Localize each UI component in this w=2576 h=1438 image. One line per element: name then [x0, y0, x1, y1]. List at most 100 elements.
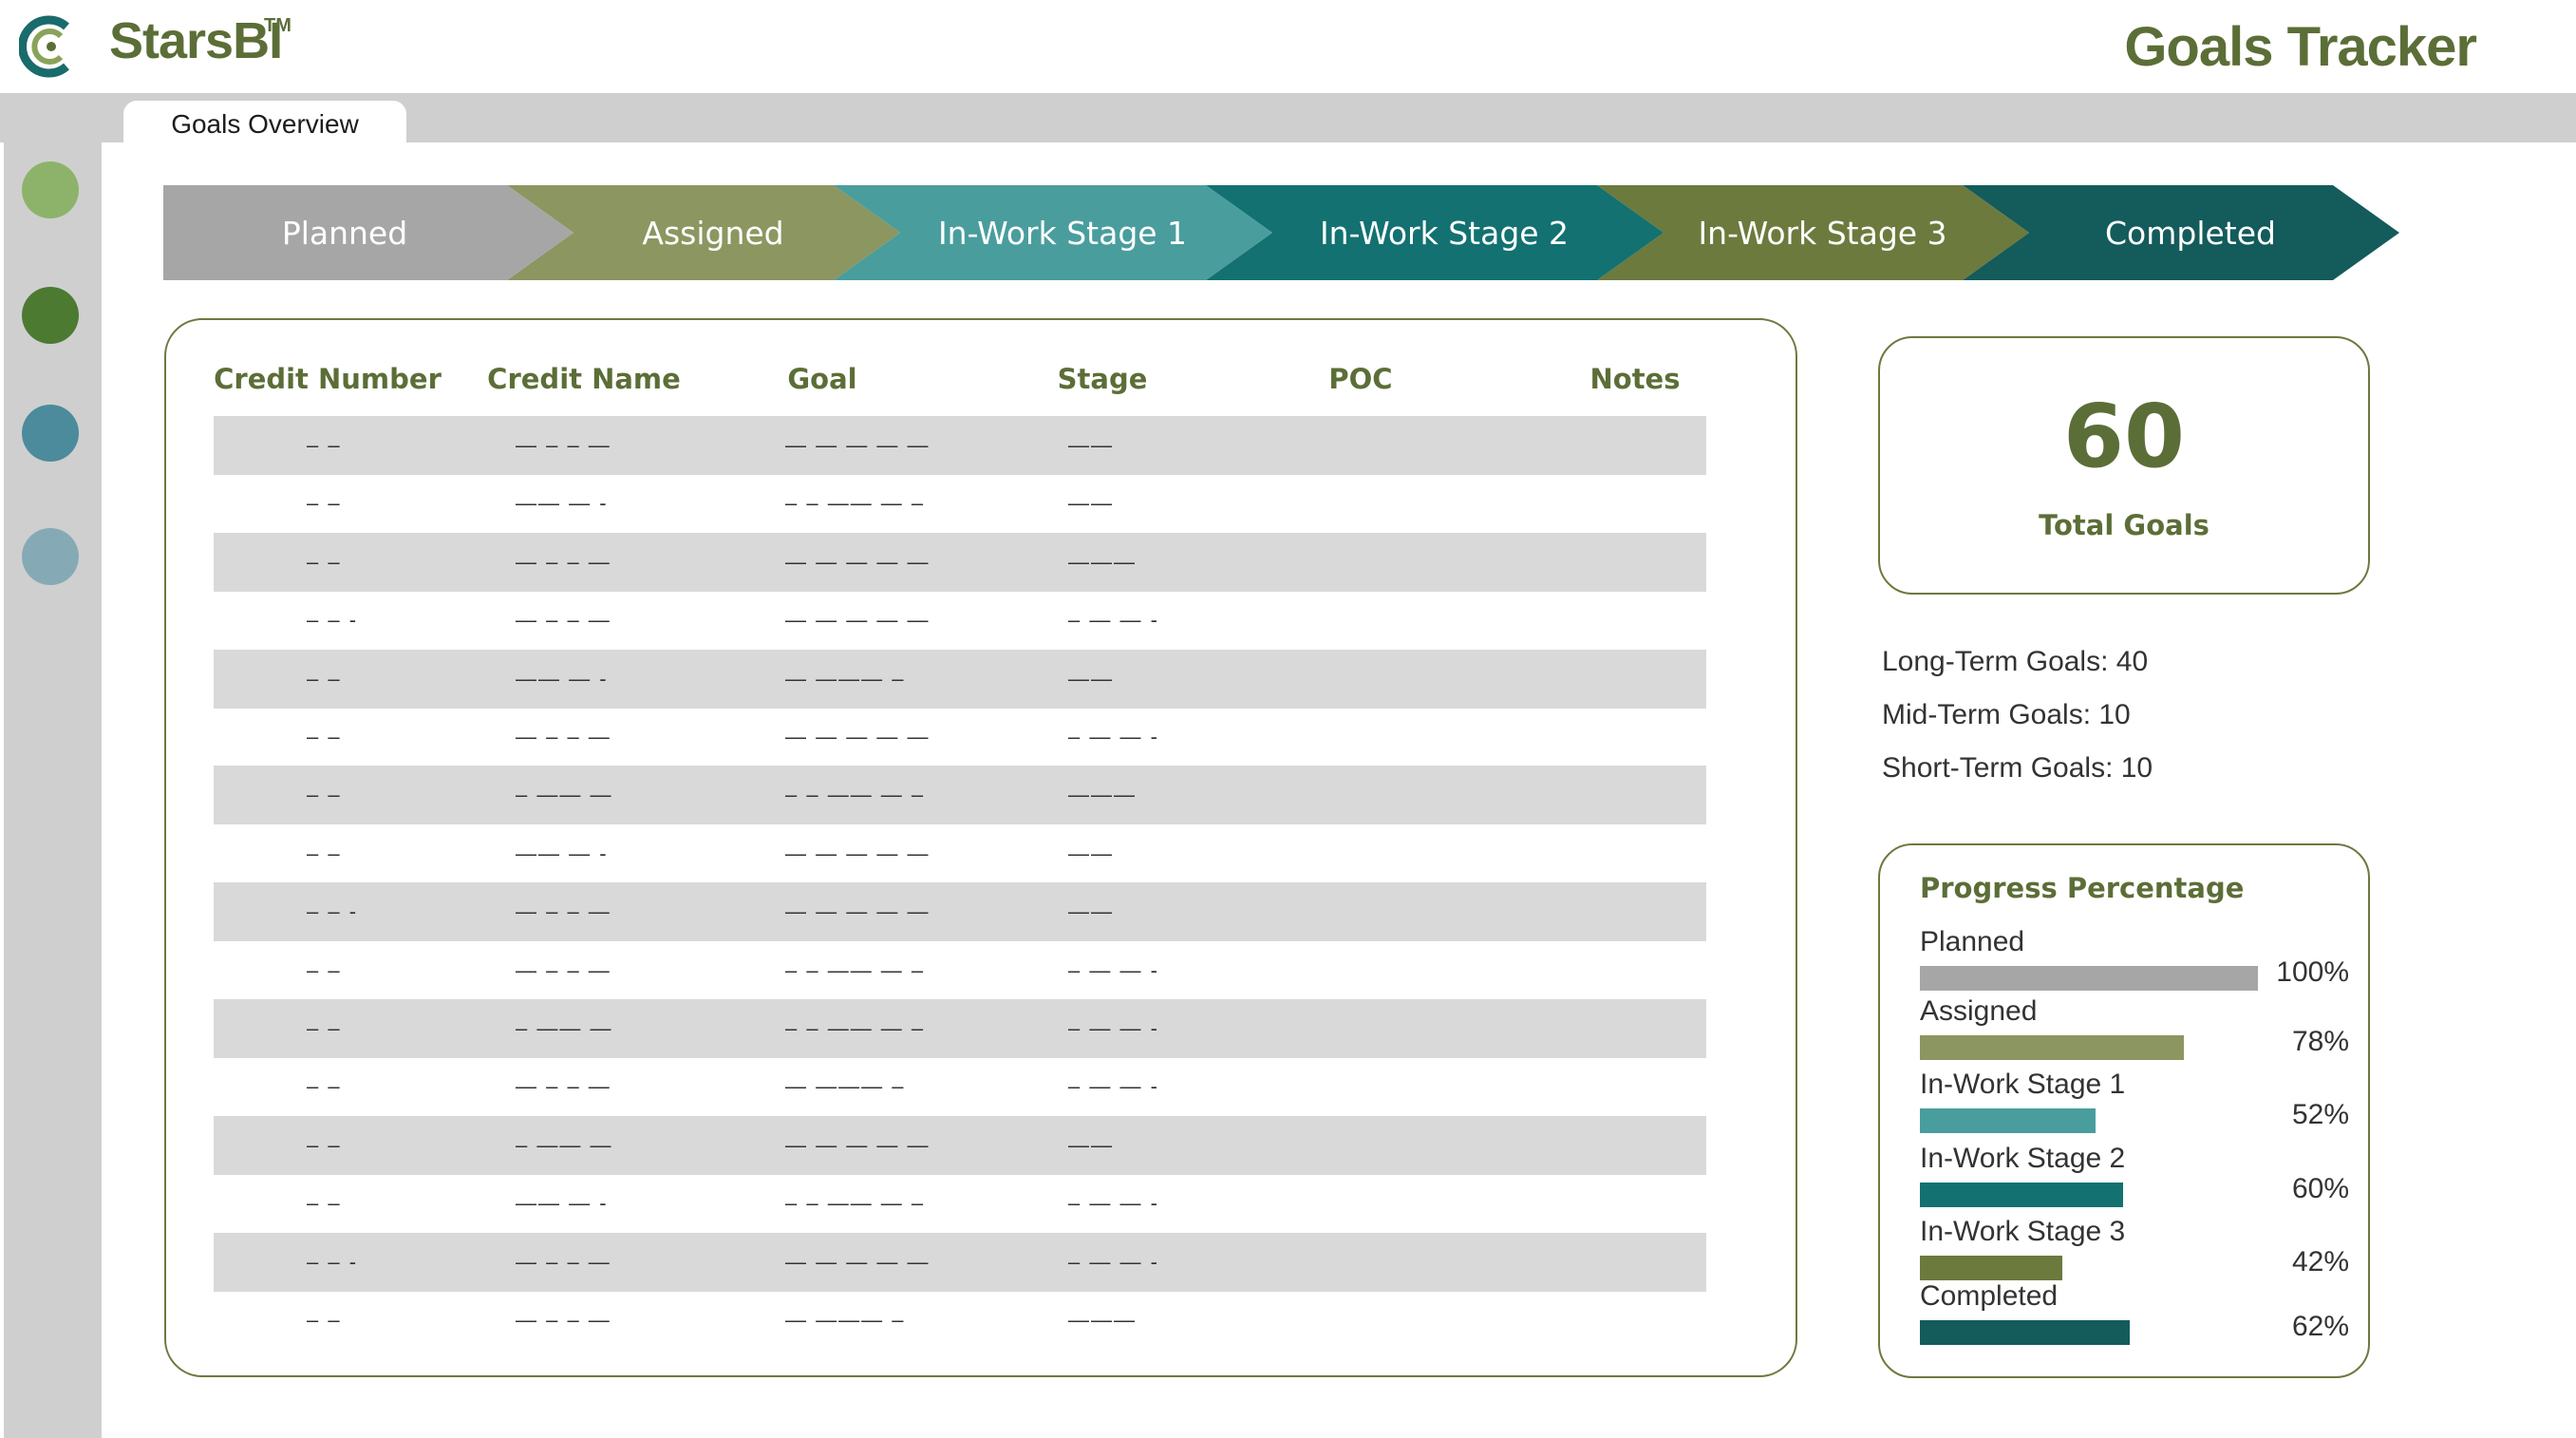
- table-cell: — — — — —: [785, 1249, 931, 1274]
- table-cell: — — — — —: [785, 608, 931, 633]
- progress-percent: 78%: [2291, 1026, 2349, 1057]
- long-term-goals: Long-Term Goals: 40: [1882, 646, 2149, 677]
- table-cell: ——: [1068, 841, 1114, 865]
- table-cell: – — — -: [1068, 725, 1159, 748]
- total-goals-card: 60 Total Goals: [1878, 336, 2370, 595]
- table-cell: — ——— –: [785, 1308, 906, 1332]
- table-cell: – –: [307, 1074, 342, 1099]
- table-cell: – –: [307, 666, 342, 691]
- table-cell: — – – —: [516, 725, 611, 748]
- progress-percent: 52%: [2291, 1099, 2349, 1130]
- table-cell: — — — — —: [785, 841, 931, 865]
- table-cell: – —— —: [516, 783, 613, 807]
- progress-percent: 60%: [2291, 1173, 2349, 1204]
- stage-in-work-3[interactable]: In-Work Stage 3: [1664, 185, 1982, 280]
- table-cell: ——: [1068, 666, 1114, 691]
- table-row[interactable]: – – — – – — — — — — — ———: [214, 532, 1706, 592]
- progress-item-label: In-Work Stage 1: [1920, 1069, 2126, 1100]
- table-cell: – –: [307, 433, 342, 457]
- table-cell: – – -: [307, 1249, 359, 1274]
- stage-completed[interactable]: Completed: [2029, 185, 2352, 280]
- progress-percent: 100%: [2276, 956, 2349, 988]
- table-cell: – –: [307, 549, 342, 574]
- table-cell: ——: [1068, 433, 1114, 457]
- table-cell: —— — -: [516, 1191, 609, 1216]
- table-row[interactable]: – – — – – — – – —— — – – — — -: [214, 941, 1706, 1000]
- table-row[interactable]: – – —— — - — — — — — ——: [214, 824, 1706, 883]
- table-cell: — — — — —: [785, 549, 931, 574]
- table-cell: – –: [307, 783, 342, 807]
- column-header[interactable]: Stage: [1058, 363, 1148, 395]
- stage-in-work-1[interactable]: In-Work Stage 1: [900, 185, 1225, 280]
- column-header[interactable]: Goal: [787, 363, 856, 395]
- table-row[interactable]: – – — – – — — ——— – – — — -: [214, 1057, 1706, 1116]
- table-cell: — – – —: [516, 1249, 611, 1274]
- table-cell: ———: [1068, 783, 1137, 807]
- tab-goals-overview[interactable]: Goals Overview: [123, 101, 406, 148]
- nav-dot-2[interactable]: [22, 287, 79, 344]
- table-cell: – — — -: [1068, 1074, 1159, 1099]
- table-cell: —— — -: [516, 491, 609, 516]
- table-row[interactable]: – – —— — - – – —— — – ——: [214, 474, 1706, 533]
- table-row[interactable]: – – —— — - – – —— — – – — — -: [214, 1174, 1706, 1233]
- mid-term-goals: Mid-Term Goals: 10: [1882, 699, 2131, 730]
- table-cell: — – – —: [516, 957, 611, 982]
- table-cell: – – —— — –: [785, 1016, 926, 1040]
- goals-tracker-app: StarsBI TM Goals Tracker Goals Overview …: [0, 0, 2576, 1438]
- stage-pipeline: Planned Assigned In-Work Stage 1 In-Work…: [163, 185, 2399, 280]
- table-row[interactable]: – – — – – — — — — — — ——: [214, 416, 1706, 475]
- table-row[interactable]: – – - — – – — — — — — — – — — -: [214, 1232, 1706, 1292]
- column-header[interactable]: Notes: [1590, 363, 1681, 395]
- column-header[interactable]: POC: [1328, 363, 1392, 395]
- nav-dot-1[interactable]: [22, 161, 79, 218]
- table-cell: – – —— — –: [785, 957, 926, 982]
- column-header[interactable]: Credit Number: [214, 363, 442, 395]
- table-cell: ——: [1068, 491, 1114, 516]
- table-cell: – — — -: [1068, 1016, 1159, 1040]
- progress-percent: 42%: [2291, 1246, 2349, 1277]
- nav-dot-4[interactable]: [22, 528, 79, 585]
- table-cell: – – -: [307, 899, 359, 924]
- progress-item-label: Completed: [1920, 1280, 2059, 1312]
- starsbi-logo-icon: [19, 15, 69, 78]
- stage-planned[interactable]: Planned: [163, 185, 526, 280]
- stage-assigned[interactable]: Assigned: [573, 185, 853, 280]
- goals-table: Credit Number Credit Name Goal Stage POC…: [164, 318, 1797, 1377]
- table-row[interactable]: – – — – – — — — — — — – — — -: [214, 708, 1706, 766]
- table-row[interactable]: – – – —— — – – —— — – ———: [214, 766, 1706, 825]
- table-row[interactable]: – – – —— — – – —— — – – — — -: [214, 999, 1706, 1058]
- nav-dot-3[interactable]: [22, 405, 79, 462]
- table-cell: ——: [1068, 899, 1114, 924]
- table-cell: – –: [307, 725, 342, 748]
- stage-in-work-2[interactable]: In-Work Stage 2: [1272, 185, 1616, 280]
- table-cell: – – —— — –: [785, 783, 926, 807]
- table-cell: – –: [307, 491, 342, 516]
- table-cell: – –: [307, 957, 342, 982]
- progress-title: Progress Percentage: [1920, 872, 2245, 904]
- table-cell: — – – —: [516, 1074, 611, 1099]
- table-row[interactable]: – – - — – – — — — — — — – — — -: [214, 591, 1706, 650]
- table-cell: – –: [307, 1132, 342, 1157]
- table-row[interactable]: – – – —— — — — — — — ——: [214, 1115, 1706, 1175]
- progress-item-label: In-Work Stage 3: [1920, 1216, 2126, 1247]
- progress-bar: [1920, 966, 2258, 991]
- table-cell: – —— —: [516, 1016, 613, 1040]
- table-cell: — – – —: [516, 549, 611, 574]
- table-cell: ———: [1068, 1308, 1137, 1332]
- table-cell: – –: [307, 1308, 342, 1332]
- table-row[interactable]: – – — – – — — ——— – ———: [214, 1291, 1706, 1350]
- trademark: TM: [264, 15, 291, 36]
- table-row[interactable]: – – - — – – — — — — — — ——: [214, 882, 1706, 942]
- table-cell: – –: [307, 841, 342, 865]
- table-cell: — – – —: [516, 608, 611, 633]
- table-cell: – — — -: [1068, 1191, 1159, 1216]
- progress-bar: [1920, 1256, 2062, 1280]
- table-row[interactable]: – – —— — - — ——— – ——: [214, 649, 1706, 709]
- table-cell: — — — — —: [785, 899, 931, 924]
- table-cell: ——: [1068, 1132, 1114, 1157]
- table-cell: —— — -: [516, 841, 609, 865]
- column-header[interactable]: Credit Name: [487, 363, 681, 395]
- progress-item-label: Planned: [1920, 926, 2025, 957]
- table-cell: — ——— –: [785, 666, 906, 691]
- short-term-goals: Short-Term Goals: 10: [1882, 752, 2153, 784]
